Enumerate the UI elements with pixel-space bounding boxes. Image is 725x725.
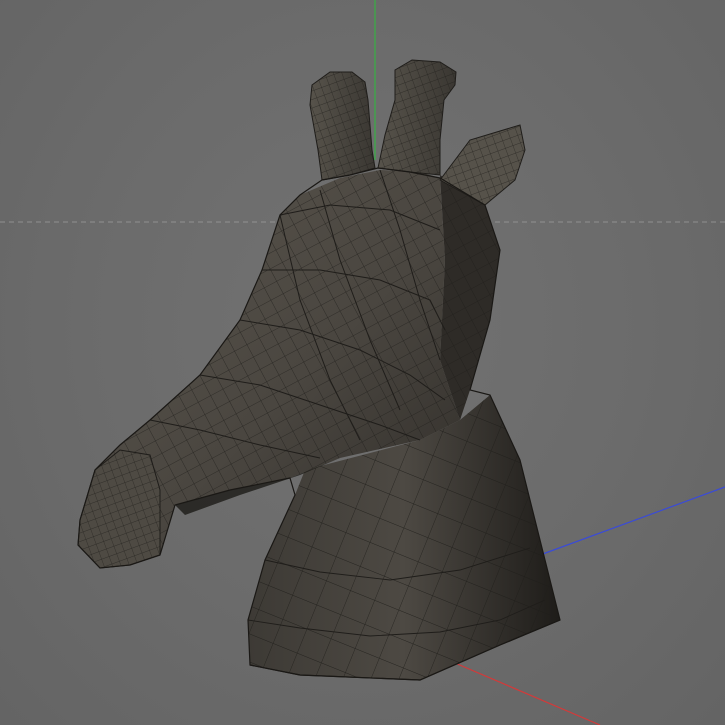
3d-viewport[interactable] (0, 0, 725, 725)
z-axis-line (539, 486, 725, 556)
model-muzzle (77, 449, 161, 569)
x-axis-line (454, 662, 601, 725)
model-head-rear (440, 175, 500, 420)
model-left-ossicone (309, 71, 376, 181)
giraffe-head-model[interactable] (77, 59, 561, 681)
model-right-ossicone (377, 59, 457, 176)
viewport-canvas[interactable] (0, 0, 725, 725)
